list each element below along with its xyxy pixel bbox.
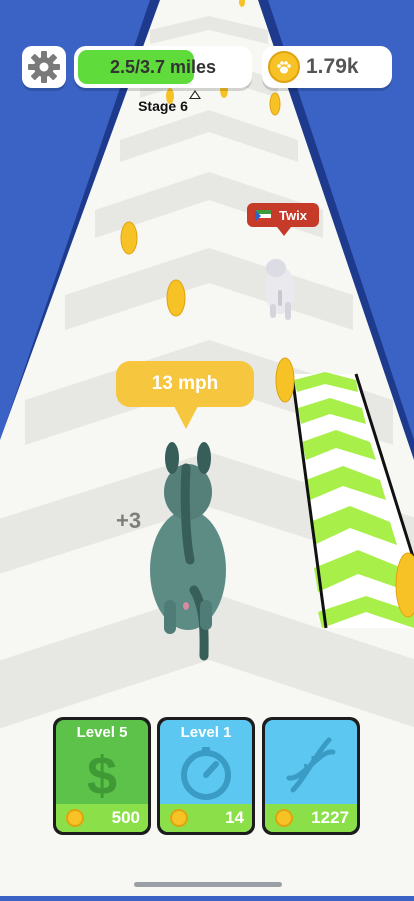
- coin-icon: [275, 809, 293, 827]
- svg-text:$: $: [87, 746, 117, 804]
- upgrade-card-price: 500: [111, 808, 140, 827]
- flag-icon: [255, 209, 271, 221]
- upgrade-card-income[interactable]: Level 5 $ 500: [53, 717, 151, 835]
- upgrade-card-speed[interactable]: Level 1 14: [157, 717, 255, 835]
- upgrade-card-footer: 500: [56, 804, 148, 832]
- gear-icon: [28, 51, 60, 83]
- dna-icon: [265, 736, 357, 794]
- upgrade-card-inner: Level 1 14: [160, 720, 252, 832]
- upgrade-card-title: Level 5: [76, 724, 128, 741]
- distance-progress-text: 2.5/3.7 miles: [109, 57, 217, 77]
- upgrade-card-title: Level 1: [180, 724, 232, 741]
- coin-icon: [170, 809, 188, 827]
- upgrade-card-breed[interactable]: 1227: [262, 717, 360, 835]
- stage-label: Stage 6: [138, 98, 188, 114]
- coin-icon: [66, 809, 84, 827]
- speedometer-icon: [160, 746, 252, 804]
- upgrade-card-footer: 14: [160, 804, 252, 832]
- rival-name: Twix: [279, 207, 307, 223]
- distance-progress-bar: 2.5/3.7 miles: [74, 46, 252, 88]
- upgrade-card-footer: 1227: [265, 804, 357, 832]
- upgrade-card-price: 14: [225, 808, 244, 827]
- paw-coin-icon: [268, 51, 300, 83]
- settings-button[interactable]: [22, 46, 66, 88]
- upgrade-card-price: 1227: [311, 808, 349, 827]
- coin-balance: 1.79k: [262, 46, 392, 88]
- coin-balance-text: 1.79k: [306, 55, 359, 78]
- coin-bonus-text: +3: [116, 508, 142, 533]
- home-indicator[interactable]: [134, 882, 282, 887]
- rival-name-tag: Twix: [247, 203, 319, 236]
- upgrade-card-inner: 1227: [265, 720, 357, 832]
- dollar-icon: $: [56, 746, 148, 804]
- upgrade-card-inner: Level 5 $ 500: [56, 720, 148, 832]
- speed-bubble: 13 mph: [116, 361, 254, 429]
